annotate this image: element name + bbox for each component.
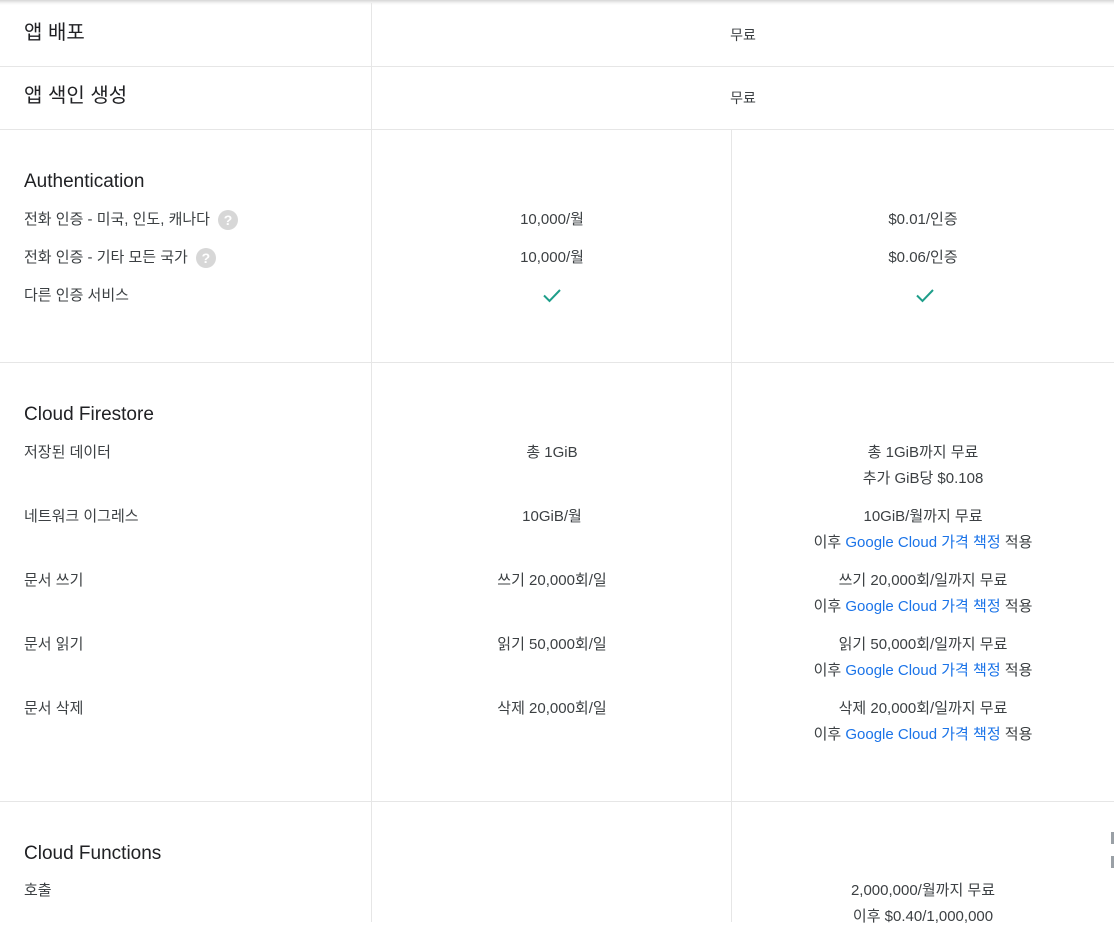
after-suffix: 적용	[1000, 726, 1033, 743]
after-prefix: 이후	[813, 598, 846, 615]
document-writes-paid-line1: 쓰기 20,000회/일까지 무료	[838, 572, 1008, 589]
row-divider	[0, 66, 1114, 67]
document-deletes-paid-line1: 삭제 20,000회/일까지 무료	[838, 700, 1008, 717]
phone-auth-other-free: 10,000/월	[520, 249, 584, 266]
stored-data-free: 총 1GiB	[526, 444, 578, 461]
cloud-functions-heading: Cloud Functions	[24, 843, 162, 864]
app-deploy-label: 앱 배포	[24, 22, 85, 44]
after-suffix: 적용	[1000, 598, 1033, 615]
row-divider	[0, 129, 1114, 130]
phone-auth-us-free: 10,000/월	[520, 211, 584, 228]
document-deletes-paid-line2: 이후 Google Cloud 가격 책정 적용	[732, 722, 1114, 748]
network-egress-free: 10GiB/월	[522, 508, 582, 525]
after-suffix: 적용	[1000, 662, 1033, 679]
document-writes-free: 쓰기 20,000회/일	[497, 572, 607, 589]
after-suffix: 적용	[1000, 534, 1033, 551]
document-reads-paid-line1: 읽기 50,000회/일까지 무료	[838, 636, 1008, 653]
app-deploy-value: 무료	[730, 27, 756, 43]
check-icon	[916, 289, 934, 303]
phone-auth-other-label: 전화 인증 - 기타 모든 국가	[24, 249, 188, 266]
top-shadow	[0, 0, 1114, 5]
app-indexing-value: 무료	[730, 90, 756, 106]
row-divider	[0, 362, 1114, 363]
authentication-heading: Authentication	[24, 171, 145, 192]
after-prefix: 이후	[813, 726, 846, 743]
network-egress-label: 네트워크 이그레스	[24, 508, 139, 525]
document-deletes-label: 문서 삭제	[24, 700, 84, 717]
google-cloud-pricing-link[interactable]: Google Cloud 가격 책정	[845, 598, 1000, 615]
app-indexing-label: 앱 색인 생성	[24, 85, 128, 107]
invocations-label: 호출	[24, 882, 52, 899]
phone-auth-us-paid: $0.01/인증	[888, 211, 958, 228]
document-writes-paid-line2: 이후 Google Cloud 가격 책정 적용	[732, 594, 1114, 620]
after-prefix: 이후	[813, 662, 846, 679]
document-reads-free: 읽기 50,000회/일	[497, 636, 607, 653]
phone-auth-us-label: 전화 인증 - 미국, 인도, 캐나다	[24, 211, 210, 228]
after-prefix: 이후	[813, 534, 846, 551]
document-deletes-free: 삭제 20,000회/일	[497, 700, 607, 717]
google-cloud-pricing-link[interactable]: Google Cloud 가격 책정	[845, 662, 1000, 679]
document-reads-label: 문서 읽기	[24, 636, 84, 653]
google-cloud-pricing-link[interactable]: Google Cloud 가격 책정	[845, 534, 1000, 551]
document-writes-label: 문서 쓰기	[24, 572, 84, 589]
other-auth-label: 다른 인증 서비스	[24, 287, 129, 304]
stored-data-label: 저장된 데이터	[24, 444, 111, 461]
row-divider	[0, 801, 1114, 802]
phone-auth-other-paid: $0.06/인증	[888, 249, 958, 266]
network-egress-paid-line2: 이후 Google Cloud 가격 책정 적용	[732, 530, 1114, 556]
stored-data-paid-line2: 추가 GiB당 $0.108	[862, 470, 984, 487]
help-icon[interactable]: ?	[195, 248, 216, 269]
network-egress-paid-line1: 10GiB/월까지 무료	[863, 508, 983, 525]
google-cloud-pricing-link[interactable]: Google Cloud 가격 책정	[845, 726, 1000, 743]
document-reads-paid-line2: 이후 Google Cloud 가격 책정 적용	[732, 658, 1114, 684]
invocations-paid-line1: 2,000,000/월까지 무료	[850, 882, 996, 899]
stored-data-paid-line1: 총 1GiB까지 무료	[867, 444, 979, 461]
phone-auth-us-row: 전화 인증 - 미국, 인도, 캐나다?	[24, 207, 238, 233]
check-icon	[543, 289, 561, 303]
cloud-firestore-heading: Cloud Firestore	[24, 404, 154, 425]
invocations-paid-line2: 이후 $0.40/1,000,000	[852, 908, 994, 925]
phone-auth-other-row: 전화 인증 - 기타 모든 국가?	[24, 245, 216, 271]
help-icon[interactable]: ?	[217, 210, 238, 231]
